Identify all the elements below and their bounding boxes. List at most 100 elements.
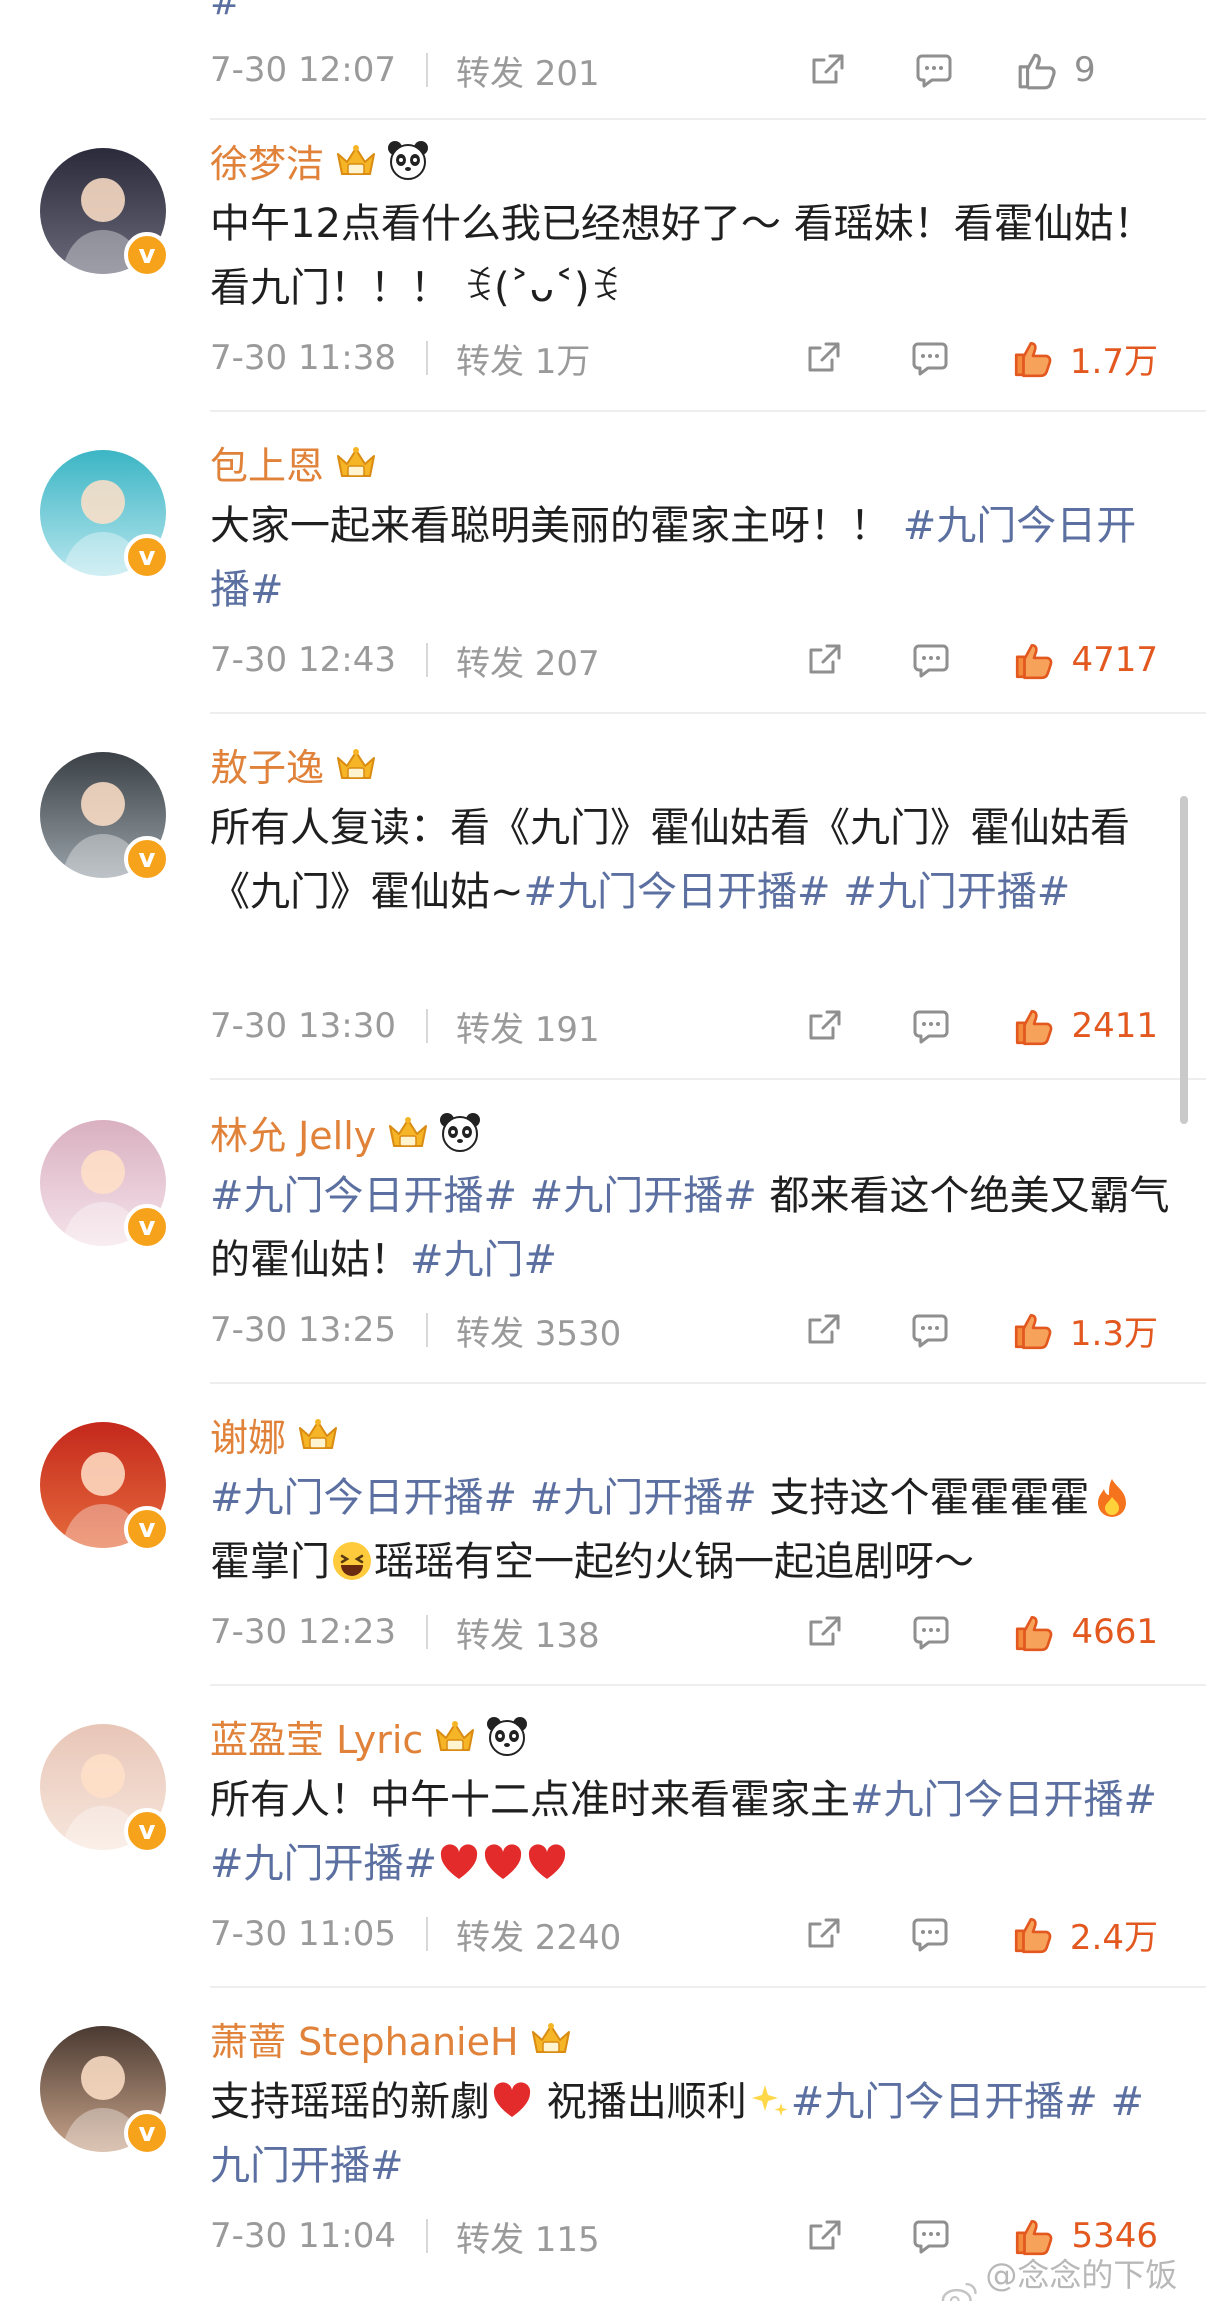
post-time: 7-30 11:04: [210, 2216, 396, 2256]
hashtag-link[interactable]: #九门今日开播#: [791, 2079, 1098, 2125]
scrollbar[interactable]: [1180, 796, 1188, 1124]
hashtag-link[interactable]: #九门今日开播#: [210, 1475, 517, 1521]
username-row: 敖子逸: [210, 736, 378, 792]
crown-icon: [436, 1721, 475, 1751]
comment-icon[interactable]: [909, 638, 953, 682]
username[interactable]: 蓝盈莹 Lyric: [210, 1709, 423, 1764]
meta-separator: [425, 1615, 428, 1649]
forward-count[interactable]: 转发 3530: [456, 1306, 621, 1355]
username[interactable]: 萧蔷 StephanieH: [210, 2011, 519, 2066]
username[interactable]: 谢娜: [210, 1407, 286, 1462]
like-button[interactable]: 1.3万: [1012, 1306, 1158, 1355]
username[interactable]: 敖子逸: [210, 737, 324, 792]
comment-icon[interactable]: [908, 1308, 952, 1352]
body-text: [517, 1475, 530, 1521]
post-time: 7-30 12:43: [210, 640, 396, 680]
post-time: 7-30 12:07: [210, 50, 396, 90]
forward-count[interactable]: 转发 138: [456, 1608, 600, 1657]
post-body: 支持瑶瑶的新劇 祝播出顺利 #九门今日开播# #九门开播#: [210, 2070, 1170, 2198]
comment-icon[interactable]: [912, 48, 956, 92]
avatar[interactable]: v: [40, 2026, 170, 2156]
avatar[interactable]: v: [40, 1724, 170, 1854]
share-icon[interactable]: [803, 2214, 847, 2258]
post-time: 7-30 11:05: [210, 1914, 396, 1954]
username[interactable]: 包上恩: [210, 435, 324, 490]
avatar[interactable]: v: [40, 1120, 170, 1250]
comment-feed: # 7-30 12:07 转发 201 9 v 徐梦洁 中午12点看什么我已经想好了…: [0, 0, 1206, 2301]
share-icon[interactable]: [806, 48, 850, 92]
forward-count[interactable]: 转发 115: [456, 2212, 600, 2261]
forward-count[interactable]: 转发 207: [456, 636, 600, 685]
hashtag-link[interactable]: #九门今日开播#: [524, 869, 831, 915]
hashtag-link[interactable]: #九门开播#: [210, 1841, 437, 1887]
verified-badge-icon: v: [124, 2110, 170, 2156]
hashtag-link[interactable]: #九门开播#: [530, 1475, 757, 1521]
comment-icon[interactable]: [909, 1004, 953, 1048]
panda-icon: [440, 1113, 481, 1152]
hashtag-link[interactable]: #九门开播#: [530, 1173, 757, 1219]
divider: [210, 1986, 1206, 1988]
like-button[interactable]: 2411: [1013, 1005, 1158, 1047]
hashtag-link[interactable]: #九门#: [410, 1237, 557, 1283]
heart-emoji: [493, 2082, 531, 2117]
like-button[interactable]: 4717: [1013, 639, 1158, 681]
post-meta-row: 7-30 12:07 转发 201 9: [210, 40, 1158, 100]
like-count: 4661: [1071, 1612, 1158, 1652]
watermark-text: @念念的下饭剧: [985, 2256, 1178, 2294]
comment-icon[interactable]: [908, 1912, 952, 1956]
heart-emoji: [440, 1844, 478, 1879]
avatar[interactable]: v: [40, 752, 170, 882]
divider: [210, 1382, 1206, 1384]
avatar[interactable]: v: [40, 1422, 170, 1552]
forward-count[interactable]: 转发 191: [456, 1002, 600, 1051]
share-icon[interactable]: [803, 638, 847, 682]
body-text: ꉂ(˃ᴗ˂)ꉂ: [462, 265, 621, 311]
username[interactable]: 徐梦洁: [210, 133, 324, 188]
post-meta-row: 7-30 13:25 转发 3530 1.3万: [210, 1300, 1158, 1360]
post-meta-row: 7-30 11:05 转发 2240 2.4万: [210, 1904, 1158, 1964]
avatar[interactable]: v: [40, 148, 170, 278]
crown-icon: [389, 1117, 428, 1147]
divider: [210, 118, 1206, 120]
body-text: [831, 869, 844, 915]
like-button[interactable]: 2.4万: [1012, 1910, 1158, 1959]
hashtag-link[interactable]: #九门今日开播#: [210, 1173, 517, 1219]
body-text: [517, 1173, 530, 1219]
avatar[interactable]: v: [40, 450, 170, 580]
comment-icon[interactable]: [909, 1610, 953, 1654]
like-button[interactable]: 4661: [1013, 1611, 1158, 1653]
hashtag-link[interactable]: #九门今日开播#: [850, 1777, 1157, 1823]
like-button[interactable]: 9: [1016, 49, 1158, 91]
hashtag-link[interactable]: #九门开播#: [843, 869, 1070, 915]
share-icon[interactable]: [802, 1912, 846, 1956]
meta-separator: [425, 1009, 428, 1043]
post-meta-row: 7-30 12:23 转发 138 4661: [210, 1602, 1158, 1662]
share-icon[interactable]: [803, 1004, 847, 1048]
forward-count: 转发 201: [455, 53, 600, 94]
post-body: #九门今日开播# #九门开播# 支持这个霍霍霍霍霍掌门 瑶瑶有空一起约火锅一起追剧…: [210, 1466, 1170, 1594]
hashtag-fragment[interactable]: #: [210, 0, 240, 23]
share-icon[interactable]: [803, 1610, 847, 1654]
post-body: 大家一起来看聪明美丽的霍家主呀！！ #九门今日开播#: [210, 494, 1170, 622]
post-meta-row: 7-30 13:30 转发 191 2411: [210, 996, 1158, 1056]
body-text: 祝播出顺利: [534, 2079, 747, 2125]
thumbs-up-icon: [1014, 341, 1052, 378]
username[interactable]: 林允 Jelly: [210, 1105, 376, 1160]
body-text: 瑶瑶有空一起约火锅一起追剧呀～: [374, 1539, 974, 1585]
like-count: 4717: [1071, 640, 1158, 680]
like-button[interactable]: 1.7万: [1012, 334, 1158, 383]
comment-icon[interactable]: [908, 336, 952, 380]
like-count: 2.4万: [1069, 1917, 1158, 1958]
body-text: [1098, 2079, 1111, 2125]
meta-separator: [425, 643, 428, 677]
thumbs-up-icon: [1016, 643, 1053, 680]
post-body: 所有人！中午十二点准时来看霍家主#九门今日开播# #九门开播#: [210, 1768, 1170, 1896]
like-count: 2411: [1071, 1006, 1158, 1046]
meta-separator: [425, 341, 428, 375]
verified-badge-icon: v: [124, 1506, 170, 1552]
share-icon[interactable]: [802, 1308, 846, 1352]
forward-count[interactable]: 转发 1万: [456, 334, 590, 383]
forward-count[interactable]: 转发 2240: [456, 1910, 621, 1959]
thumbs-up-icon: [1016, 1009, 1053, 1046]
share-icon[interactable]: [802, 336, 846, 380]
